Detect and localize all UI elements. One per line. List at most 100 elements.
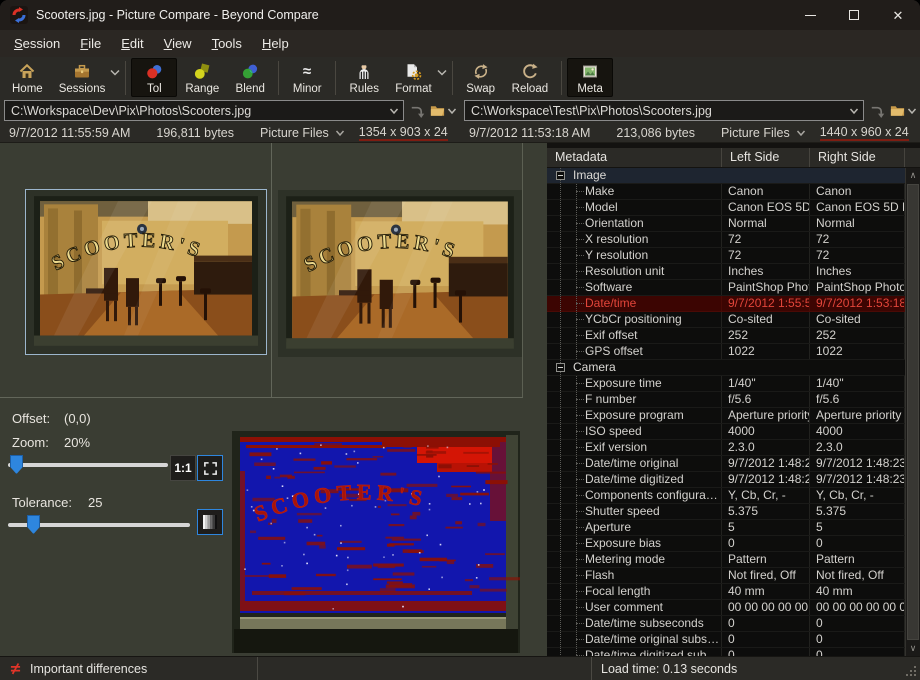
metadata-row[interactable]: Exposure programAperture priorityApertur… — [547, 408, 905, 424]
right-browse-button[interactable] — [889, 102, 917, 119]
left-file-info: 9/7/2012 11:55:59 AM 196,811 bytes Pictu… — [0, 125, 460, 141]
tree-guide — [560, 232, 561, 247]
scrollbar-thumb[interactable] — [907, 184, 919, 640]
metadata-row[interactable]: Date/time digitized9/7/2012 1:48:239/7/2… — [547, 472, 905, 488]
collapse-expander-icon[interactable] — [556, 363, 565, 372]
metadata-row[interactable]: Components configurationY, Cb, Cr, -Y, C… — [547, 488, 905, 504]
chevron-down-icon[interactable] — [849, 107, 859, 115]
minimize-button[interactable] — [788, 0, 832, 30]
close-button[interactable]: ✕ — [876, 0, 920, 30]
menu-edit[interactable]: Edit — [111, 32, 153, 55]
menu-file[interactable]: File — [70, 32, 111, 55]
chevron-down-icon[interactable] — [335, 129, 345, 137]
zoom-slider-thumb[interactable] — [10, 455, 23, 474]
home-button[interactable]: Home — [4, 58, 51, 97]
metadata-row[interactable]: F numberf/5.6f/5.6 — [547, 392, 905, 408]
metadata-row[interactable]: FlashNot fired, OffNot fired, Off — [547, 568, 905, 584]
difference-image[interactable]: SCOOTER'S — [232, 431, 520, 653]
zoom-slider[interactable] — [8, 455, 168, 475]
zoom-slider-track[interactable] — [8, 463, 168, 467]
menu-view[interactable]: View — [154, 32, 202, 55]
metadata-field-name: YCbCr positioning — [547, 312, 722, 327]
metadata-row[interactable]: X resolution7272 — [547, 232, 905, 248]
column-header-left-side[interactable]: Left Side — [722, 148, 810, 167]
chevron-down-icon[interactable] — [437, 69, 447, 77]
tolerance-slider-thumb[interactable] — [27, 515, 40, 534]
metadata-row[interactable]: ISO speed40004000 — [547, 424, 905, 440]
home-icon — [18, 61, 36, 82]
metadata-field-name: Orientation — [547, 216, 722, 231]
menu-tools[interactable]: Tools — [202, 32, 252, 55]
meta-button[interactable]: Meta — [567, 58, 613, 97]
chevron-down-icon[interactable] — [796, 129, 806, 137]
metadata-right-value: Co-sited — [810, 312, 905, 327]
chevron-down-icon[interactable] — [110, 69, 120, 77]
left-file-format-dropdown[interactable]: Picture Files — [260, 126, 329, 140]
sessions-button[interactable]: Sessions — [51, 58, 121, 97]
metadata-row[interactable]: Focal length40 mm40 mm — [547, 584, 905, 600]
metadata-right-value: 252 — [810, 328, 905, 343]
swap-button[interactable]: Swap — [458, 58, 504, 97]
maximize-button[interactable] — [832, 0, 876, 30]
right-image[interactable]: SCOOTER'S — [278, 190, 522, 357]
metadata-group-row[interactable]: Camera — [547, 360, 905, 376]
metadata-row[interactable]: Exif offset252252 — [547, 328, 905, 344]
metadata-row[interactable]: Y resolution7272 — [547, 248, 905, 264]
chevron-down-icon — [907, 107, 917, 115]
metadata-row[interactable]: Date/time original subseconds00 — [547, 632, 905, 648]
fit-to-window-button[interactable] — [197, 455, 223, 481]
scroll-up-icon[interactable]: ∧ — [906, 168, 920, 183]
metadata-row[interactable]: Date/time original9/7/2012 1:48:239/7/20… — [547, 456, 905, 472]
metadata-row[interactable]: Shutter speed5.3755.375 — [547, 504, 905, 520]
right-path-combobox[interactable]: C:\Workspace\Test\Pix\Photos\Scooters.jp… — [464, 100, 864, 121]
cafe-storefront-photo: SCOOTER'S — [26, 190, 266, 354]
collapse-expander-icon[interactable] — [556, 171, 565, 180]
scroll-down-icon[interactable]: ∨ — [906, 641, 920, 656]
rules-button[interactable]: Rules — [341, 58, 387, 97]
blend-button[interactable]: Blend — [227, 58, 273, 97]
actual-size-button[interactable]: 1:1 — [170, 455, 196, 481]
metadata-row[interactable]: Exif version2.3.02.3.0 — [547, 440, 905, 456]
metadata-group-row[interactable]: Image — [547, 168, 905, 184]
metadata-row[interactable]: YCbCr positioningCo-sitedCo-sited — [547, 312, 905, 328]
metadata-row[interactable]: Exposure bias00 — [547, 536, 905, 552]
copy-to-side-arrow-icon[interactable] — [408, 102, 425, 119]
menu-session[interactable]: Session — [4, 32, 70, 55]
column-header-metadata[interactable]: Metadata — [547, 148, 722, 167]
metadata-left-value: Y, Cb, Cr, - — [722, 488, 810, 503]
metadata-left-value: Pattern — [722, 552, 810, 567]
copy-to-side-arrow-icon[interactable] — [868, 102, 885, 119]
left-browse-button[interactable] — [429, 102, 457, 119]
tol-button[interactable]: Tol — [131, 58, 177, 97]
metadata-row[interactable]: Aperture55 — [547, 520, 905, 536]
metadata-row[interactable]: Resolution unitInchesInches — [547, 264, 905, 280]
metadata-row[interactable]: User comment00 00 00 00 00 00 0000 00 00… — [547, 600, 905, 616]
metadata-row[interactable]: SoftwarePaintShop PhotoPaintShop Photo — [547, 280, 905, 296]
minor-button[interactable]: ≈Minor — [284, 58, 330, 97]
metadata-row[interactable]: MakeCanonCanon — [547, 184, 905, 200]
chevron-down-icon[interactable] — [389, 107, 399, 115]
left-path-combobox[interactable]: C:\Workspace\Dev\Pix\Photos\Scooters.jpg — [4, 100, 404, 121]
tolerance-display-button[interactable] — [197, 509, 223, 535]
menu-help[interactable]: Help — [252, 32, 299, 55]
resize-grip[interactable] — [914, 674, 916, 676]
metadata-row[interactable]: Metering modePatternPattern — [547, 552, 905, 568]
tolerance-slider[interactable] — [8, 515, 190, 535]
reload-button[interactable]: Reload — [504, 58, 556, 97]
column-header-right-side[interactable]: Right Side — [810, 148, 905, 167]
format-button[interactable]: Format — [387, 58, 446, 97]
tree-guide — [576, 319, 584, 320]
tree-guide — [560, 248, 561, 263]
metadata-scrollbar[interactable]: ∧ ∨ — [905, 168, 920, 656]
metadata-row[interactable]: GPS offset10221022 — [547, 344, 905, 360]
metadata-row[interactable]: Date/time subseconds00 — [547, 616, 905, 632]
range-button[interactable]: Range — [177, 58, 227, 97]
left-image[interactable]: SCOOTER'S — [25, 189, 267, 355]
metadata-row[interactable]: ModelCanon EOS 5D MarkCanon EOS 5D Mark — [547, 200, 905, 216]
status-middle-section — [258, 657, 592, 680]
metadata-row[interactable]: OrientationNormalNormal — [547, 216, 905, 232]
right-file-format-dropdown[interactable]: Picture Files — [721, 126, 790, 140]
metadata-row[interactable]: Date/time9/7/2012 1:55:599/7/2012 1:53:1… — [547, 296, 905, 312]
metadata-row[interactable]: Date/time digitized subseconds00 — [547, 648, 905, 656]
metadata-row[interactable]: Exposure time1/40"1/40" — [547, 376, 905, 392]
